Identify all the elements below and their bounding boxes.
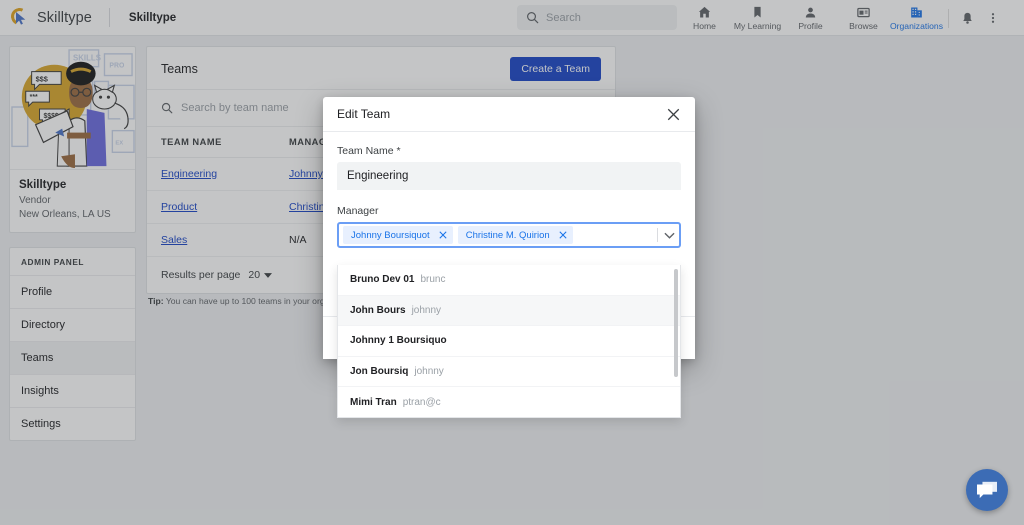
chat-bubbles-icon [976,480,998,500]
team-name-input[interactable]: Engineering [337,162,681,190]
manager-chip[interactable]: Johnny Boursiquot [343,226,453,244]
option-email: johnny [412,305,441,316]
app-root: Skilltype Skilltype Home My Lea [0,0,1024,525]
dropdown-scrollbar[interactable] [674,269,678,377]
option-name: Mimi Tran [350,397,397,408]
option-email: ptran@c [403,397,441,408]
chevron-down-icon [664,232,675,239]
manager-label: Manager [337,205,681,217]
list-item[interactable]: Mimi Tran ptran@c [338,387,680,418]
edit-team-modal: Edit Team Team Name * Engineering Manage… [323,97,695,359]
option-name: Jon Boursiq [350,366,408,377]
team-name-label: Team Name * [337,145,681,157]
chip-remove-icon[interactable] [439,231,447,239]
option-email: brunc [420,274,445,285]
manager-multiselect[interactable]: Johnny Boursiquot Christine M. Quirion [337,222,681,248]
chat-widget-button[interactable] [966,469,1008,511]
option-name: Bruno Dev 01 [350,274,414,285]
caret-divider [657,228,658,242]
modal-body: Team Name * Engineering Manager Johnny B… [323,132,695,258]
option-email: johnny [414,366,443,377]
chip-remove-icon[interactable] [559,231,567,239]
manager-dropdown-toggle[interactable] [657,224,675,246]
manager-chip-label: Christine M. Quirion [466,230,550,241]
manager-chip[interactable]: Christine M. Quirion [458,226,573,244]
list-item[interactable]: Jon Boursiq johnny [338,357,680,388]
close-icon[interactable] [666,107,681,122]
option-name: Johnny 1 Boursiquo [350,335,447,346]
list-item[interactable]: John Bours johnny [338,296,680,327]
manager-chip-label: Johnny Boursiquot [351,230,430,241]
modal-title: Edit Team [337,107,390,121]
manager-options-dropdown[interactable]: Bruno Dev 01 brunc John Bours johnny Joh… [337,265,681,418]
option-name: John Bours [350,305,406,316]
modal-header: Edit Team [323,97,695,132]
list-item[interactable]: Johnny 1 Boursiquo [338,326,680,357]
list-item[interactable]: Bruno Dev 01 brunc [338,265,680,296]
